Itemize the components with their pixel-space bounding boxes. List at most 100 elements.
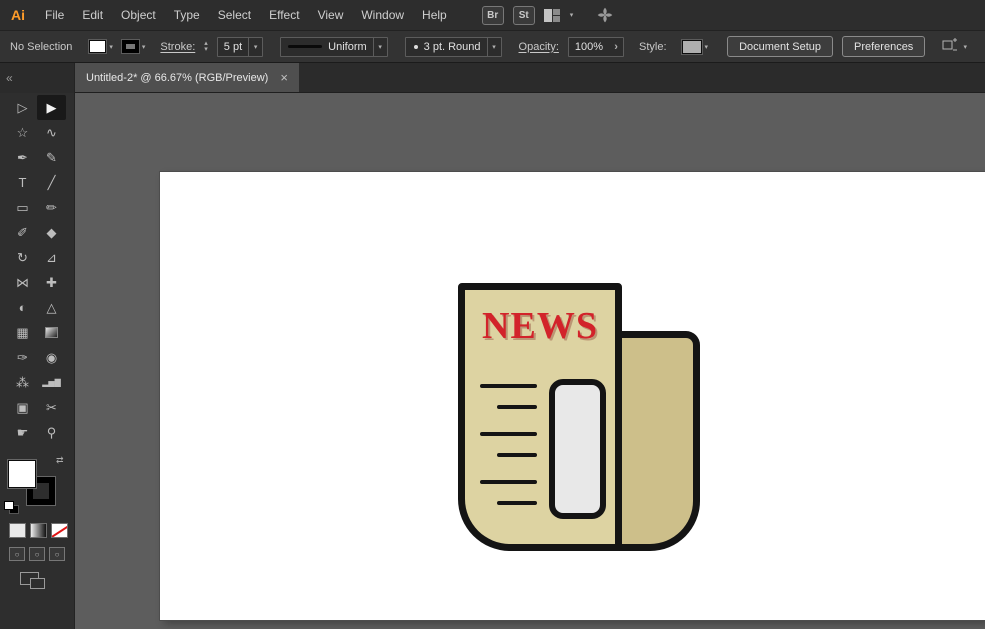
default-fill-stroke-icon[interactable] [4, 501, 18, 513]
draw-behind-button[interactable] [29, 547, 45, 561]
document-tab[interactable]: Untitled-2* @ 66.67% (RGB/Preview) × [75, 63, 299, 92]
menu-edit[interactable]: Edit [73, 0, 112, 30]
column-graph-tool[interactable]: ▂▅▇ [37, 370, 66, 395]
draw-normal-button[interactable] [9, 547, 25, 561]
eyedropper-tool[interactable]: ✑ [8, 345, 37, 370]
newspaper-photo-box[interactable] [549, 379, 606, 519]
bridge-button[interactable]: Br [482, 6, 504, 25]
fill-color-control[interactable]: ▾ [89, 40, 113, 53]
paintbrush-tool[interactable]: ✏ [37, 195, 66, 220]
line-segment-tool[interactable]: ╱ [37, 170, 66, 195]
symbol-sprayer-tool[interactable]: ⁂ [8, 370, 37, 395]
menu-bar: Ai File Edit Object Type Select Effect V… [0, 0, 985, 30]
newspaper-text-line[interactable] [497, 501, 537, 505]
document-setup-button[interactable]: Document Setup [727, 36, 833, 57]
chevron-down-icon[interactable]: ▾ [570, 11, 574, 19]
stroke-color-control[interactable]: ▾ [122, 40, 146, 53]
artboard-tool[interactable]: ▣ [8, 395, 37, 420]
newspaper-headline[interactable]: NEWS [465, 304, 615, 348]
artboard[interactable]: NEWS [160, 172, 985, 620]
canvas[interactable]: NEWS [75, 93, 985, 629]
style-dropdown[interactable]: ▾ [676, 40, 709, 54]
mesh-tool[interactable]: ▦ [8, 320, 37, 345]
newspaper-text-line[interactable] [480, 384, 537, 388]
chevron-down-icon: ▾ [373, 38, 387, 56]
free-transform-tool[interactable]: ✚ [37, 270, 66, 295]
stroke-weight-value: 5 pt [218, 41, 248, 53]
style-swatch-icon [682, 40, 702, 54]
collapse-panel-button[interactable]: « [0, 63, 74, 93]
main-menus: File Edit Object Type Select Effect View… [36, 0, 456, 30]
selection-status: No Selection [10, 41, 72, 53]
hand-tool[interactable]: ☛ [8, 420, 37, 445]
workspace: « ▷ ▶ ☆ ∿ ✒ ✎ T ╱ ▭ ✏ ✐ ◆ ↻ ⊿ ⋈ ✚ ◐ △ ▦ [0, 63, 985, 629]
close-tab-icon[interactable]: × [280, 71, 288, 84]
zoom-tool[interactable]: ⚲ [37, 420, 66, 445]
arrange-documents-icon[interactable] [544, 9, 561, 22]
newspaper-text-line[interactable] [480, 480, 537, 484]
width-tool[interactable]: ⋈ [8, 270, 37, 295]
blend-tool[interactable]: ◉ [37, 345, 66, 370]
menu-object[interactable]: Object [112, 0, 165, 30]
stock-button[interactable]: St [513, 6, 535, 25]
fill-swatch[interactable] [8, 460, 36, 488]
menu-help[interactable]: Help [413, 0, 456, 30]
menu-window[interactable]: Window [352, 0, 413, 30]
preferences-button[interactable]: Preferences [842, 36, 925, 57]
gradient-icon [45, 327, 58, 338]
newspaper-back-page[interactable] [615, 331, 700, 551]
slice-tool[interactable]: ✂ [37, 395, 66, 420]
lasso-tool[interactable]: ∿ [37, 120, 66, 145]
shape-builder-tool[interactable]: ◐ [8, 295, 37, 320]
chevron-down-icon[interactable]: ▾ [963, 43, 967, 51]
chevron-down-icon: ▾ [487, 38, 501, 56]
swap-fill-stroke-icon[interactable]: ⇄ [56, 455, 64, 466]
menu-view[interactable]: View [309, 0, 353, 30]
none-button[interactable] [51, 523, 68, 538]
brush-dropdown[interactable]: 3 pt. Round ▾ [405, 37, 502, 57]
color-button[interactable] [9, 523, 26, 538]
menu-select[interactable]: Select [209, 0, 260, 30]
fill-swatch-icon [89, 40, 106, 53]
newspaper-text-line[interactable] [480, 432, 537, 436]
selection-tool[interactable]: ▶ [37, 95, 66, 120]
stroke-swatch-icon [122, 40, 139, 53]
newspaper-text-line[interactable] [497, 405, 537, 409]
flyout-arrow-icon: › [609, 38, 623, 56]
screen-mode-row [0, 572, 74, 585]
drawing-mode-buttons [0, 547, 74, 561]
curvature-tool[interactable]: ✎ [37, 145, 66, 170]
width-profile-dropdown[interactable]: Uniform ▾ [280, 37, 388, 57]
gradient-button[interactable] [30, 523, 47, 538]
opacity-label[interactable]: Opacity: [519, 41, 559, 53]
magic-wand-tool[interactable]: ☆ [8, 120, 37, 145]
rotate-tool[interactable]: ↻ [8, 245, 37, 270]
screen-mode-button[interactable] [20, 572, 39, 585]
rectangle-tool[interactable]: ▭ [8, 195, 37, 220]
opacity-value: 100% [569, 41, 609, 53]
newspaper-text-line[interactable] [497, 453, 537, 457]
draw-inside-button[interactable] [49, 547, 65, 561]
opacity-field[interactable]: 100% › [568, 37, 624, 57]
sync-icon[interactable] [596, 6, 614, 24]
menu-effect[interactable]: Effect [260, 0, 308, 30]
document-tab-bar: Untitled-2* @ 66.67% (RGB/Preview) × [75, 63, 985, 93]
gradient-tool[interactable] [37, 320, 66, 345]
shaper-tool[interactable]: ✐ [8, 220, 37, 245]
stroke-weight-stepper[interactable]: ▴ ▾ [204, 41, 208, 53]
perspective-grid-tool[interactable]: △ [37, 295, 66, 320]
align-options-icon[interactable] [941, 38, 958, 55]
fill-stroke-controls: ⇄ [0, 453, 74, 517]
eraser-tool[interactable]: ◆ [37, 220, 66, 245]
menu-file[interactable]: File [36, 0, 73, 30]
stroke-label[interactable]: Stroke: [160, 41, 195, 53]
stroke-weight-field[interactable]: 5 pt ▾ [217, 37, 263, 57]
pen-tool[interactable]: ✒ [8, 145, 37, 170]
control-bar: No Selection ▾ ▾ Stroke: ▴ ▾ 5 pt ▾ Unif… [0, 30, 985, 63]
menubar-right-controls: Br St ▾ [482, 6, 615, 25]
type-tool[interactable]: T [8, 170, 37, 195]
menu-type[interactable]: Type [165, 0, 209, 30]
scale-tool[interactable]: ⊿ [37, 245, 66, 270]
direct-selection-tool[interactable]: ▷ [8, 95, 37, 120]
tool-grid: ▷ ▶ ☆ ∿ ✒ ✎ T ╱ ▭ ✏ ✐ ◆ ↻ ⊿ ⋈ ✚ ◐ △ ▦ ✑ [0, 93, 74, 445]
